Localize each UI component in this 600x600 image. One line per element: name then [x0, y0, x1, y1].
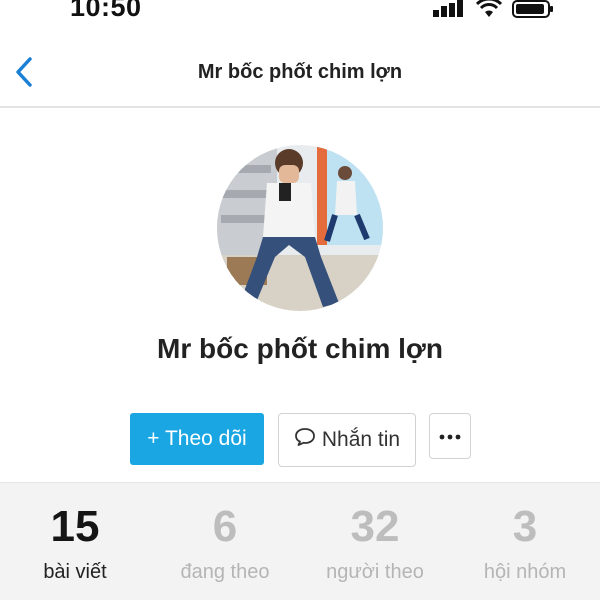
stat-following[interactable]: 6 đang theo: [150, 483, 300, 600]
stat-label: người theo: [326, 561, 424, 583]
stats-bar: 15 bài viết 6 đang theo 32 người theo 3 …: [0, 482, 600, 600]
stat-followers[interactable]: 32 người theo: [300, 483, 450, 600]
stat-value: 3: [512, 502, 538, 551]
status-time: 10:50: [70, 0, 142, 22]
message-label: Nhắn tin: [321, 428, 401, 451]
stat-label: đang theo: [180, 561, 270, 583]
stat-posts[interactable]: 15 bài viết: [0, 483, 150, 600]
avatar[interactable]: [217, 145, 383, 311]
stat-label: bài viết: [43, 561, 107, 583]
nav-bar: Mr bốc phốt chim lợn: [0, 40, 600, 108]
wifi-icon: [476, 0, 502, 18]
message-button[interactable]: Nhắn tin: [278, 413, 416, 467]
stat-label: hội nhóm: [483, 561, 567, 583]
profile-name: Mr bốc phốt chim lợn: [157, 333, 443, 364]
status-bar: 10:50: [0, 0, 600, 26]
stat-groups[interactable]: 3 hội nhóm: [450, 483, 600, 600]
more-options-button[interactable]: [429, 413, 471, 459]
page-title: Mr bốc phốt chim lợn: [197, 61, 403, 83]
status-icons: [432, 0, 554, 20]
stat-value: 6: [212, 502, 238, 551]
stat-value: 32: [350, 502, 400, 551]
more-dots-icon: [439, 427, 461, 445]
stat-value: 15: [50, 502, 100, 551]
chat-bubble-icon: [294, 427, 316, 453]
action-bar: + Theo dõi Nhắn tin: [0, 413, 600, 467]
follow-label: + Theo dõi: [147, 427, 247, 450]
follow-button[interactable]: + Theo dõi: [130, 413, 264, 465]
battery-icon: [512, 0, 554, 18]
signal-icon: [432, 0, 466, 18]
